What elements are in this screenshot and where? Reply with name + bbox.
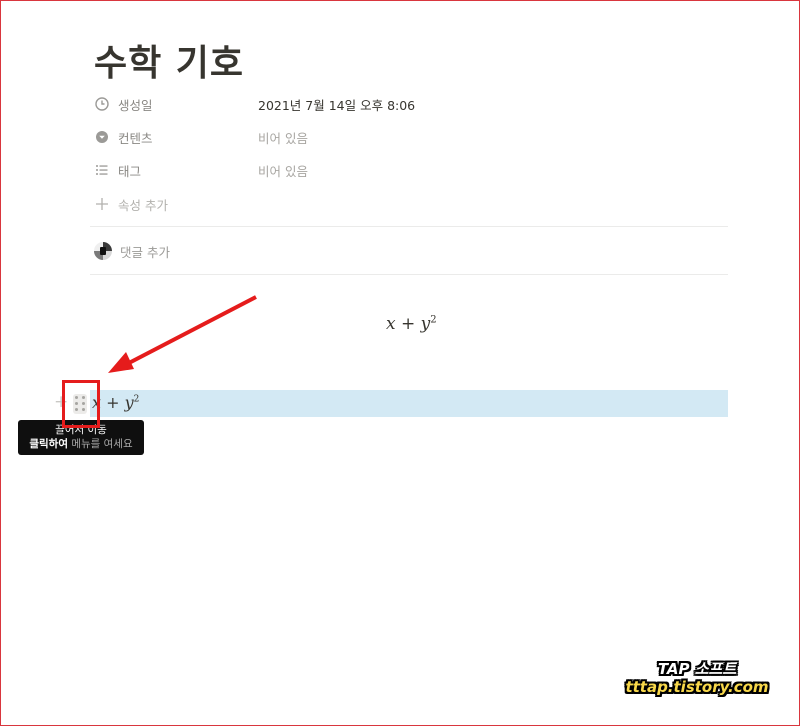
annotation-arrow [108,295,257,373]
tooltip-line2: 클릭하여 메뉴를 여세요 [18,437,144,451]
annotation-highlight-box [62,380,100,428]
watermark-line2: tttap.tistory.com [625,678,769,696]
watermark: TAP 소프트 tttap.tistory.com [612,658,782,696]
tooltip-line2-rest: 메뉴를 여세요 [71,438,133,450]
tooltip-line2-bold: 클릭하여 [29,438,68,450]
watermark-line1: TAP 소프트 [657,660,737,678]
